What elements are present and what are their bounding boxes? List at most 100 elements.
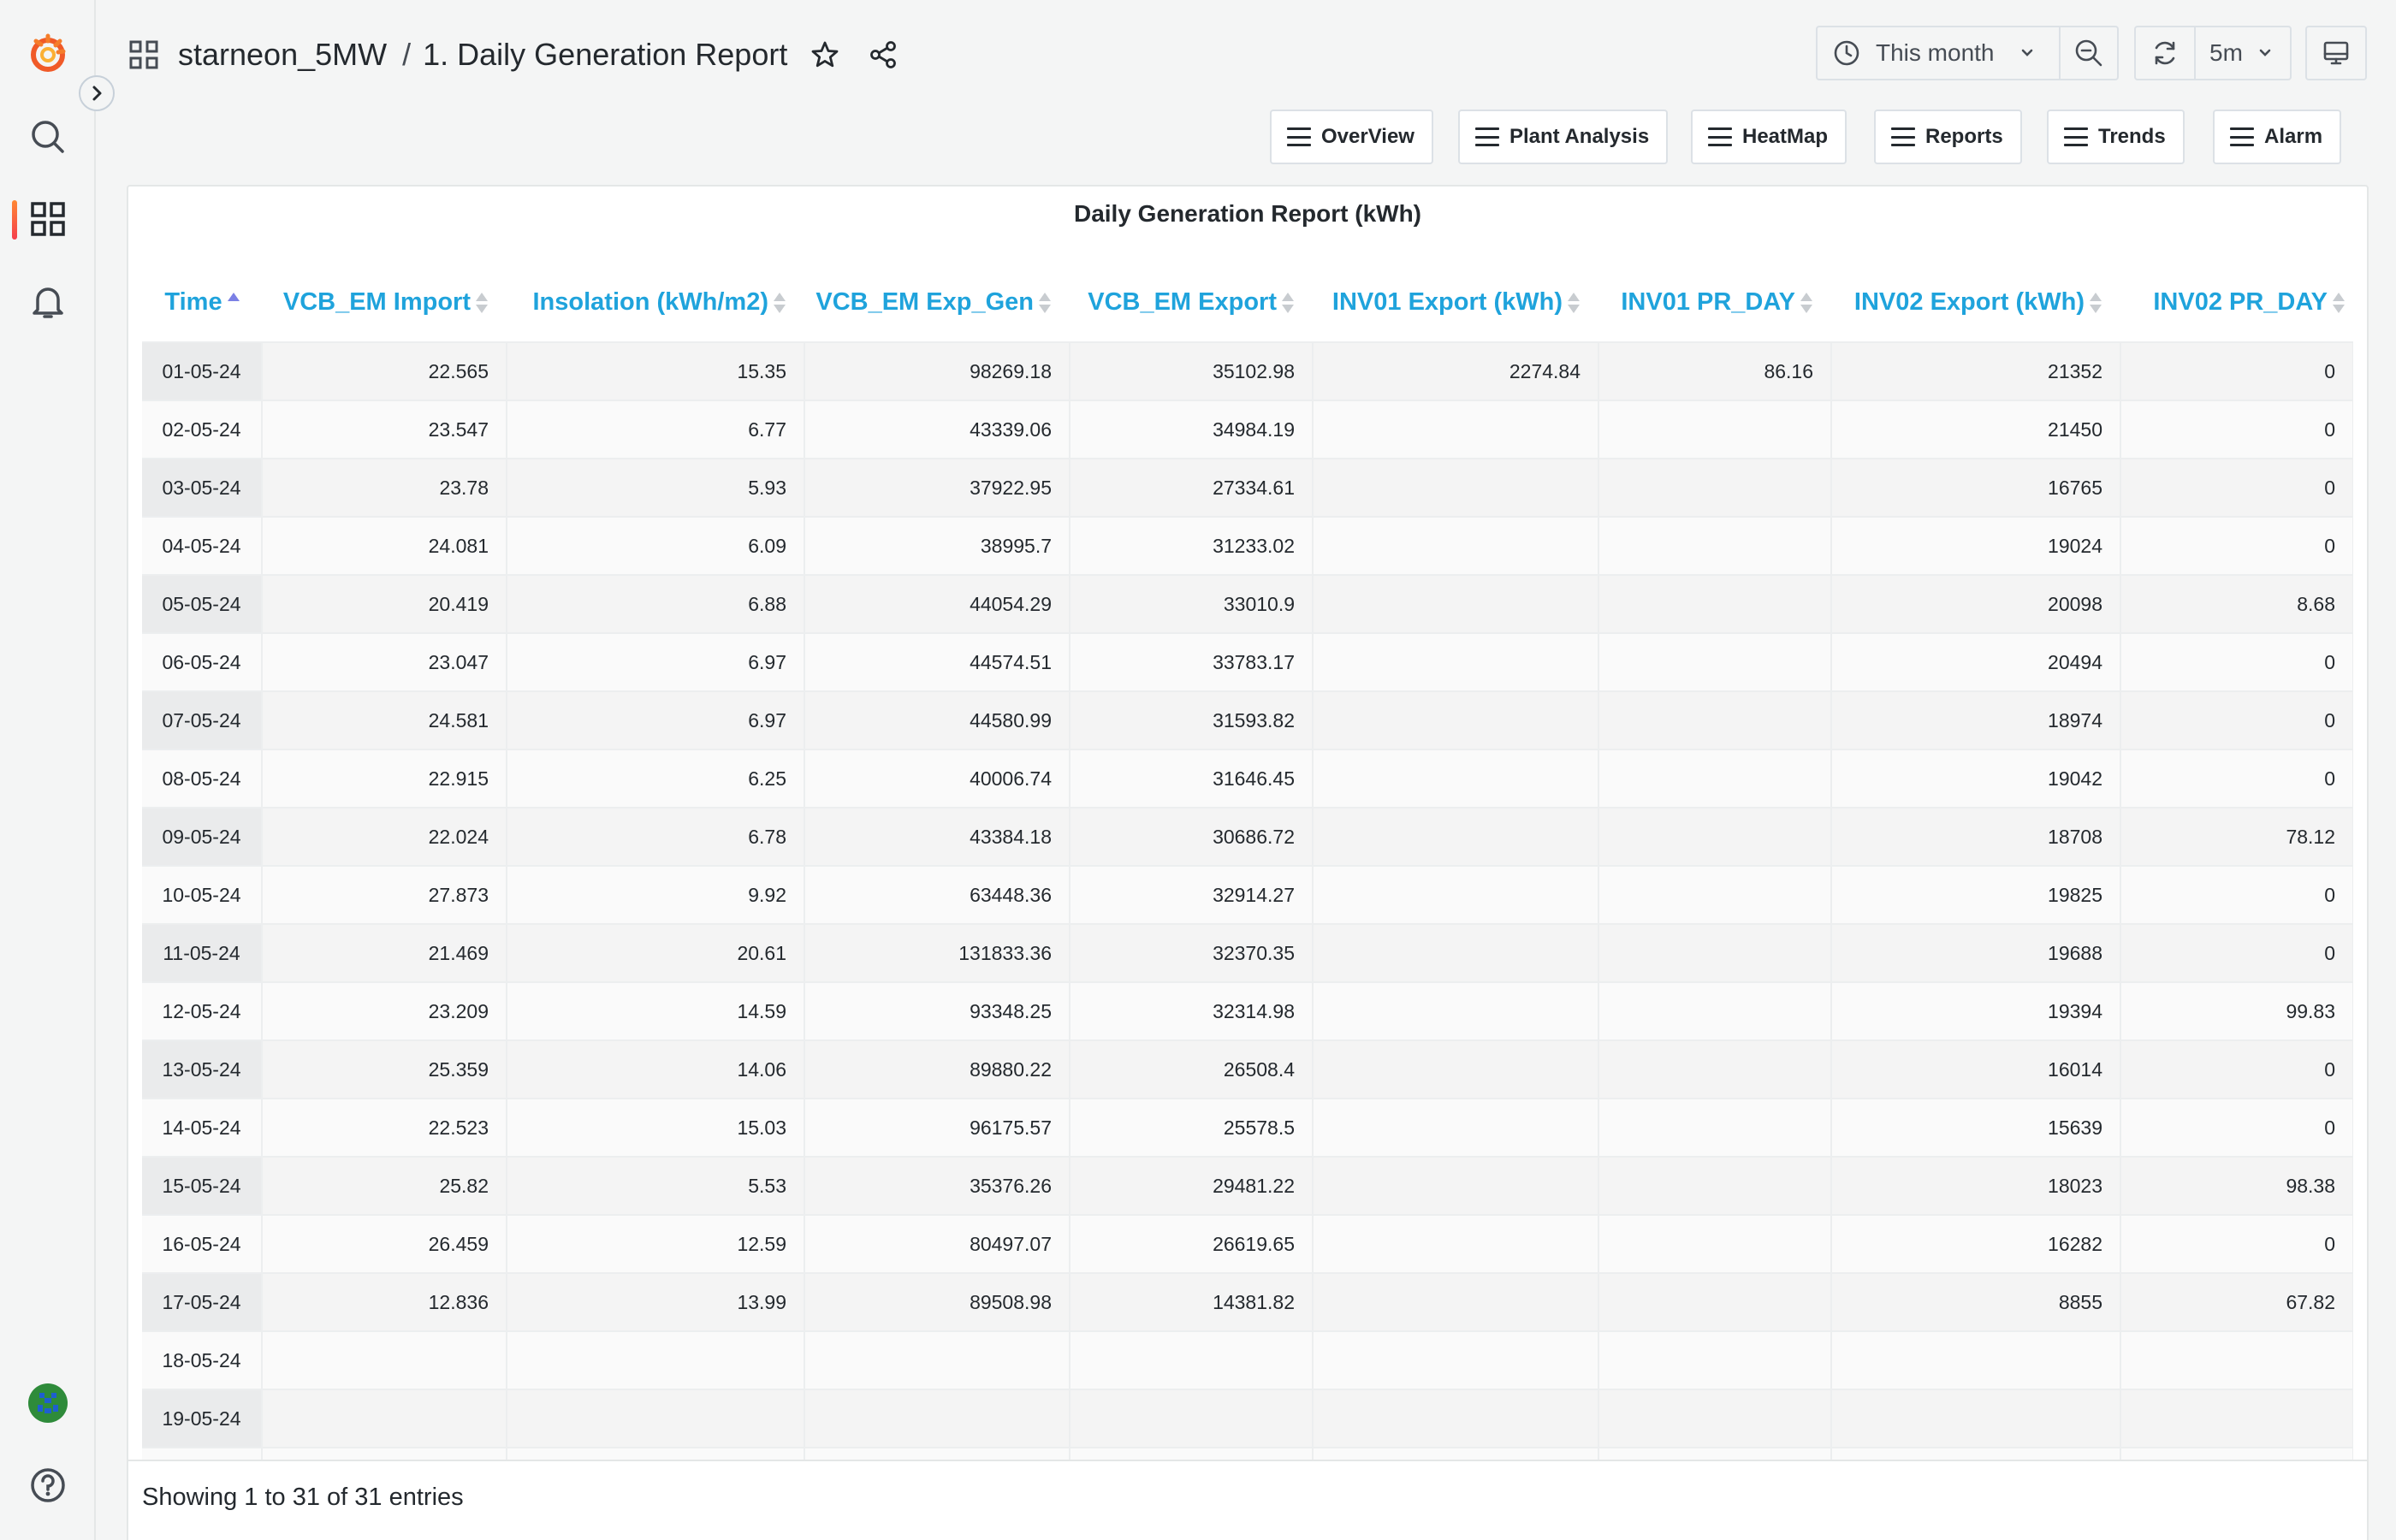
table-cell [1598,574,1832,633]
refresh-button[interactable] [2134,26,2196,80]
side-menu [0,0,96,1540]
refresh-interval-label: 5m [2209,39,2243,66]
tv-mode-button[interactable] [2305,26,2367,80]
table-cell: 67.82 [2120,1272,2353,1331]
column-label: INV02 PR_DAY [2153,288,2328,316]
sort-icon [1282,291,1294,315]
zoom-out-button[interactable] [2059,26,2119,80]
table-cell: 20.61 [507,923,805,982]
date-cell: 05-05-24 [142,574,263,633]
table-cell [1598,865,1832,924]
table-cell: 24.581 [262,690,507,749]
table-cell: 0 [2120,341,2353,400]
avatar[interactable] [0,1369,96,1437]
column-label: INV01 Export (kWh) [1331,288,1563,316]
page-title[interactable]: 1. Daily Generation Report [423,37,787,73]
link-reports[interactable]: Reports [1874,110,2022,164]
grafana-logo-icon[interactable] [0,19,96,87]
table-cell: 20494 [1831,632,2121,691]
table-cell: 19042 [1831,749,2121,808]
search-icon[interactable] [0,103,96,171]
table-cell [1313,574,1599,633]
link-heatmap[interactable]: HeatMap [1691,110,1847,164]
table-cell [1598,1330,1832,1389]
column-header-time[interactable]: Time [142,264,262,342]
help-icon[interactable] [0,1451,96,1519]
table-cell: 29481.22 [1070,1156,1314,1215]
expand-menu-button[interactable] [79,75,115,111]
column-header[interactable]: VCB_EM Import [262,264,507,342]
hamburger-icon [1891,127,1915,146]
time-picker-button[interactable]: This month [1816,26,2061,80]
table-row: 14-05-24 22.523 15.03 96175.57 25578.5 15639 0 [142,1098,2353,1157]
table-cell: 6.88 [507,574,805,633]
link-label: HeatMap [1742,125,1829,148]
table-cell: 93348.25 [804,981,1070,1040]
link-plant-analysis[interactable]: Plant Analysis [1458,110,1669,164]
table-cell: 38995.7 [804,516,1070,575]
column-header[interactable]: INV02 PR_DAY [2120,264,2353,342]
table-row: 12-05-24 23.209 14.59 93348.25 32314.98 19394… [142,981,2353,1040]
table-row: 11-05-24 21.469 20.61 131833.36 32370.35 1968… [142,923,2353,982]
chevron-down-icon [2259,49,2271,56]
share-icon[interactable] [864,36,902,74]
table-cell: 32314.98 [1070,981,1314,1040]
hamburger-icon [2064,127,2088,146]
column-header[interactable]: INV01 Export (kWh) [1313,264,1598,342]
column-header[interactable]: INV02 Export (kWh) [1831,264,2120,342]
table-cell [1598,807,1832,866]
apps-grid-icon[interactable] [125,36,163,74]
column-header[interactable]: Insolation (kWh/m2) [507,264,804,342]
link-label: Plant Analysis [1509,125,1650,148]
table-cell: 99.83 [2120,981,2353,1040]
refresh-interval-picker[interactable]: 5m [2194,26,2292,80]
table-body: 01-05-24 22.565 15.35 98269.18 35102.98 2274.… [142,341,2353,1461]
chevron-down-icon [2021,49,2032,56]
bell-icon[interactable] [0,267,96,335]
table-cell [1598,1040,1832,1099]
table-cell [262,1330,507,1389]
refresh-icon [2155,41,2175,65]
table-cell [1313,923,1599,982]
column-header[interactable]: VCB_EM Exp_Gen [804,264,1070,342]
table-cell: 23.547 [262,400,507,459]
table-cell [1598,690,1832,749]
table-cell: 8.68 [2120,574,2353,633]
table-cell: 0 [2120,1214,2353,1273]
star-icon[interactable] [806,36,844,74]
table-row: 19-05-24 [142,1389,2353,1448]
table-row: 18-05-24 [142,1330,2353,1389]
date-cell: 14-05-24 [142,1098,263,1157]
table-cell: 23.209 [262,981,507,1040]
date-cell: 07-05-24 [142,690,263,749]
table-cell: 27334.61 [1070,458,1314,517]
table-row: 13-05-24 25.359 14.06 89880.22 26508.4 16014 0 [142,1040,2353,1099]
table-scroll-area[interactable]: Time VCB_EM Import Insolation (kWh/m2) V… [142,264,2353,1461]
column-header[interactable]: INV01 PR_DAY [1598,264,1831,342]
table-row: 06-05-24 23.047 6.97 44574.51 33783.17 20494 0 [142,632,2353,691]
sort-icon [1800,291,1812,315]
table-cell: 0 [2120,458,2353,517]
link-overview[interactable]: OverView [1270,110,1433,164]
table-cell: 19825 [1831,865,2121,924]
column-header[interactable]: VCB_EM Export [1070,264,1313,342]
folder-link[interactable]: starneon_5MW [178,37,387,73]
table-cell [507,1330,805,1389]
dashboards-icon[interactable] [0,185,96,253]
table-cell: 19394 [1831,981,2121,1040]
link-trends[interactable]: Trends [2047,110,2185,164]
table-cell [1313,981,1599,1040]
link-alarm[interactable]: Alarm [2213,110,2342,164]
table-cell [804,1330,1070,1389]
table-cell: 37922.95 [804,458,1070,517]
table-cell [2120,1330,2353,1389]
panel-title[interactable]: Daily Generation Report (kWh) [128,200,2367,228]
table-cell: 43384.18 [804,807,1070,866]
column-label: Time [164,288,222,316]
table-cell: 22.915 [262,749,507,808]
table-cell [1598,458,1832,517]
table-cell: 9.92 [507,865,805,924]
table-cell: 33783.17 [1070,632,1314,691]
table-cell: 21450 [1831,400,2121,459]
time-range-label: This month [1876,39,1995,66]
